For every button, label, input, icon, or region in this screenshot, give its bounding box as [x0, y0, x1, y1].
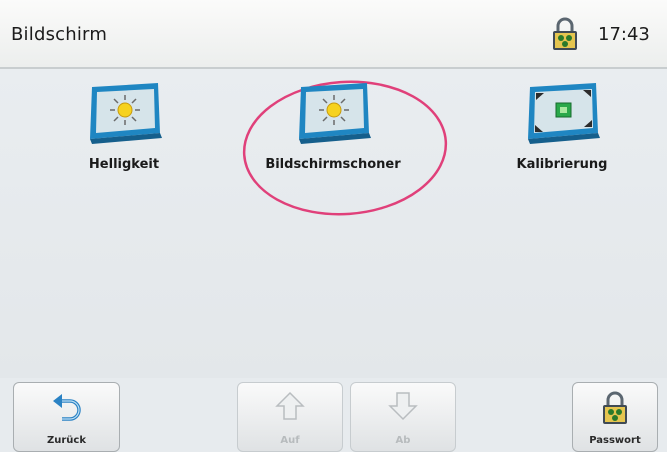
lock-icon	[553, 17, 577, 50]
tile-label: Helligkeit	[88, 157, 160, 172]
back-button-label: Zurück	[47, 435, 86, 446]
lock-icon	[603, 391, 627, 424]
content-area: Helligkeit Bildschirmschoner Kalibrierun…	[0, 69, 667, 452]
title-bar: Bildschirm 17:43	[0, 0, 667, 69]
tile-helligkeit[interactable]: Helligkeit	[44, 83, 204, 172]
down-button[interactable]: Ab	[350, 382, 456, 452]
password-button[interactable]: Passwort	[572, 382, 658, 452]
tile-bildschirmschoner[interactable]: Bildschirmschoner	[253, 83, 413, 172]
screensaver-monitor-icon	[299, 83, 371, 144]
down-button-label: Ab	[395, 435, 411, 446]
tile-label: Bildschirmschoner	[265, 157, 401, 172]
arrow-down-icon	[388, 392, 418, 421]
tile-kalibrierung[interactable]: Kalibrierung	[482, 83, 642, 172]
page-title: Bildschirm	[11, 24, 108, 45]
up-button[interactable]: Auf	[237, 382, 343, 452]
password-button-label: Passwort	[589, 435, 641, 446]
up-button-label: Auf	[280, 435, 300, 446]
arrow-up-icon	[275, 391, 305, 420]
brightness-monitor-icon	[90, 83, 162, 144]
clock: 17:43	[598, 24, 650, 45]
calibration-monitor-icon	[528, 83, 600, 144]
undo-arrow-icon	[52, 394, 81, 421]
back-button[interactable]: Zurück	[13, 382, 120, 452]
tile-label: Kalibrierung	[516, 157, 608, 172]
